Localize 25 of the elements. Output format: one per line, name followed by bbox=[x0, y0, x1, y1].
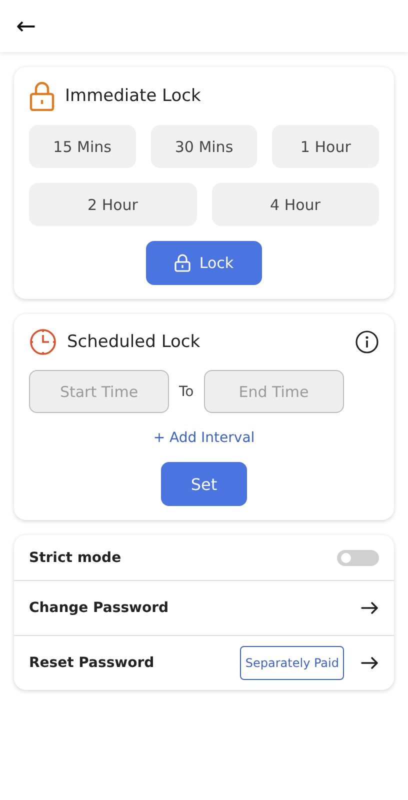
arrow-button[interactable] bbox=[360, 654, 379, 672]
paid-badge: Separately Paid bbox=[240, 646, 344, 680]
arrow-button[interactable] bbox=[360, 599, 379, 617]
duration-option[interactable]: 1 Hour bbox=[272, 125, 379, 168]
clock-icon bbox=[29, 328, 57, 356]
setting-label: Change Password bbox=[29, 600, 169, 616]
lock-button[interactable]: Lock bbox=[146, 241, 262, 285]
add-interval-link[interactable]: + Add Interval bbox=[147, 429, 261, 447]
separator-label: To bbox=[179, 384, 194, 400]
duration-option[interactable]: 15 Mins bbox=[29, 125, 136, 168]
start-time-field[interactable]: Start Time bbox=[29, 370, 169, 413]
setting-label: Strict mode bbox=[29, 550, 122, 566]
end-time-field[interactable]: End Time bbox=[204, 370, 344, 413]
padlock-icon bbox=[29, 81, 55, 111]
card-title: Immediate Lock bbox=[65, 86, 201, 106]
back-button[interactable]: ← bbox=[16, 12, 36, 40]
duration-option[interactable]: 30 Mins bbox=[150, 125, 258, 168]
toggle-switch[interactable] bbox=[337, 550, 379, 566]
duration-option[interactable]: 2 Hour bbox=[29, 183, 196, 226]
card-title: Scheduled Lock bbox=[67, 332, 200, 352]
setting-label: Reset Password bbox=[29, 655, 154, 671]
info-icon[interactable] bbox=[355, 330, 379, 354]
duration-option[interactable]: 4 Hour bbox=[212, 183, 379, 226]
padlock-icon bbox=[174, 254, 192, 272]
set-button[interactable]: Set bbox=[160, 462, 248, 506]
